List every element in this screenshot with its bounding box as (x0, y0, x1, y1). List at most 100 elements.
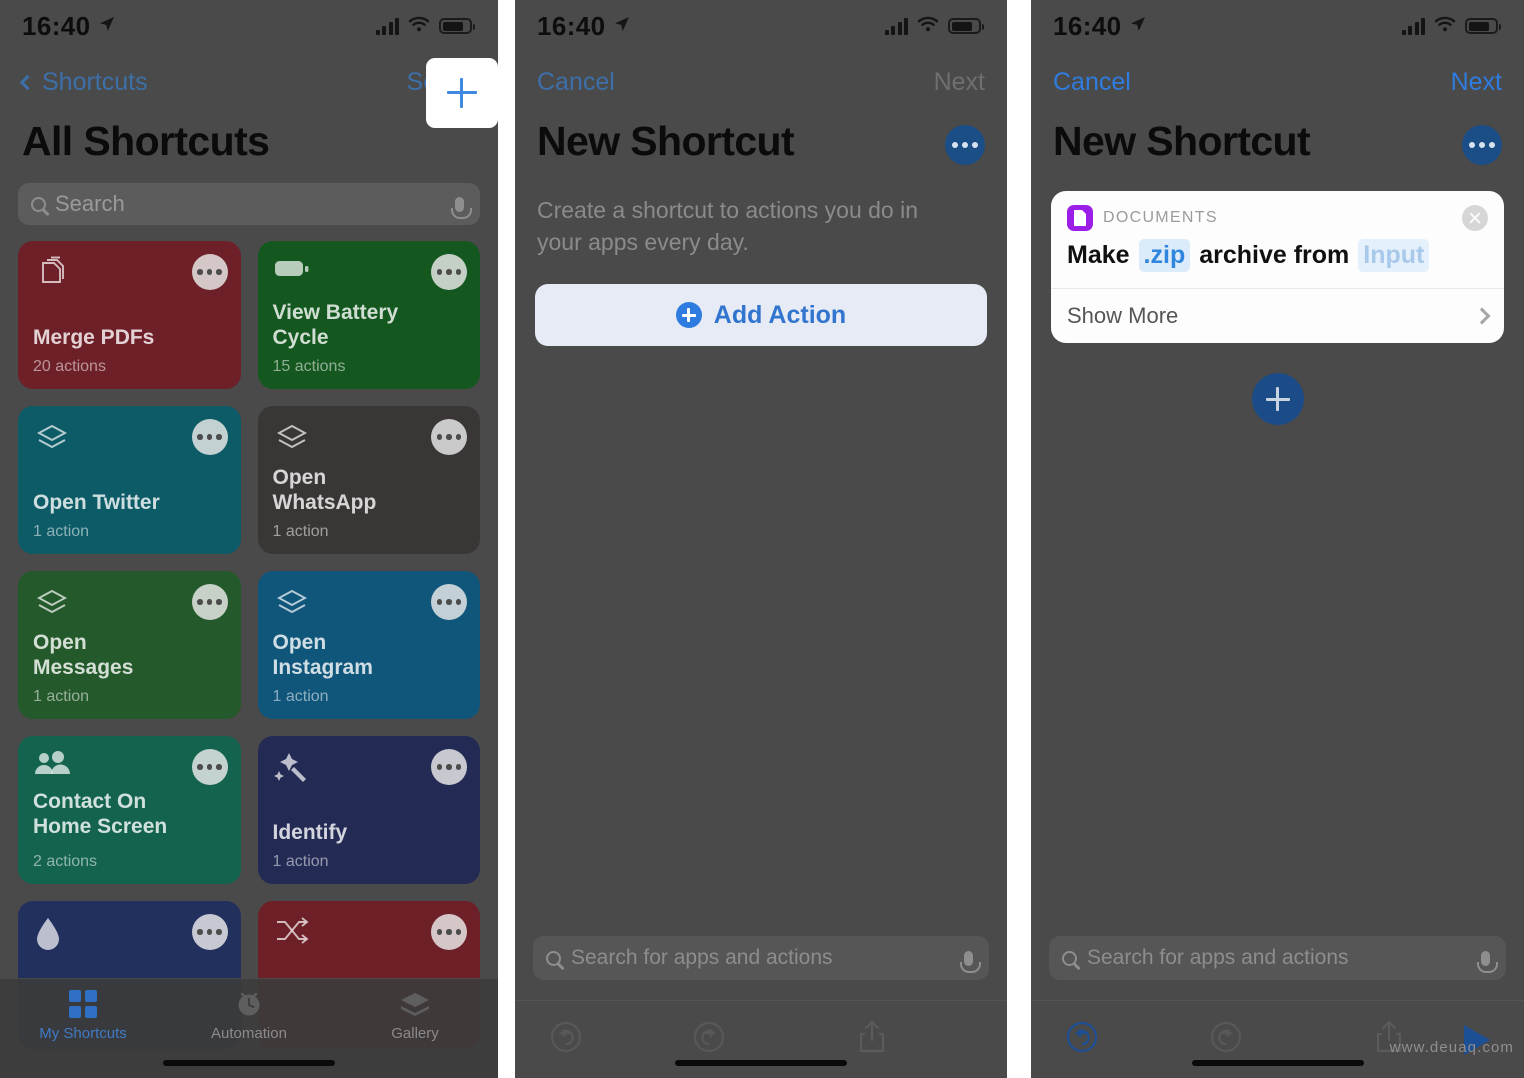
tile-subtitle: 1 action (33, 523, 90, 540)
shortcut-tile[interactable]: Open Messages 1 action (18, 571, 241, 719)
page-title: New Shortcut (537, 118, 795, 164)
play-icon[interactable] (946, 1024, 973, 1055)
cellular-bars-icon (884, 17, 908, 35)
phone-panel-all-shortcuts: 16:40 Shortcuts Select A (0, 0, 498, 1078)
back-button-label: Shortcuts (42, 67, 148, 96)
tile-title: View Battery Cycle (272, 300, 399, 350)
tab-gallery[interactable]: Gallery (332, 989, 498, 1042)
add-action-circle-button[interactable] (1251, 373, 1304, 425)
editor-bottom-bar: Search for apps and actions (1031, 936, 1524, 1078)
input-token[interactable]: Input (1358, 239, 1430, 272)
editor-toolbar (515, 1000, 1007, 1078)
magic-wand-icon (273, 753, 311, 792)
page-description: Create a shortcut to actions you do in y… (537, 197, 918, 255)
shortcut-tile[interactable]: Contact On Home Screen 2 actions (18, 736, 241, 884)
redo-icon[interactable] (1209, 1020, 1243, 1059)
tile-subtitle: 1 action (33, 688, 90, 705)
action-search-input[interactable]: Search for apps and actions (533, 936, 989, 980)
droplet-icon (33, 918, 63, 957)
ellipsis-circle-icon[interactable] (945, 124, 985, 165)
shortcuts-grid: Merge PDFs 20 actions View Battery Cycle… (0, 225, 498, 1049)
shuffle-icon (273, 917, 311, 951)
status-right-icons (375, 16, 475, 37)
layers-icon (273, 424, 311, 462)
microphone-icon[interactable] (960, 950, 981, 973)
tab-my-shortcuts[interactable]: My Shortcuts (0, 989, 166, 1042)
phone-panel-new-shortcut-empty: 16:40 Cancel Next New Shortcut Create a … (515, 0, 1007, 1078)
search-input[interactable]: Search (18, 183, 480, 225)
tile-subtitle: 1 action (272, 853, 329, 870)
show-more-row[interactable]: Show More (1051, 289, 1504, 343)
navigation-bar: Cancel Next (1031, 52, 1524, 112)
tile-subtitle: 2 actions (33, 853, 98, 870)
status-bar: 16:40 (515, 0, 1007, 52)
next-button[interactable]: Next (934, 68, 985, 97)
title-row: New Shortcut (1031, 112, 1524, 177)
plus-icon (447, 78, 477, 108)
battery-icon (1465, 18, 1501, 34)
tile-more-button[interactable] (191, 419, 228, 455)
shortcut-tile[interactable]: Identify 1 action (257, 736, 480, 884)
undo-icon[interactable] (549, 1020, 583, 1059)
tile-more-button[interactable] (191, 749, 228, 785)
tile-title: Open Messages (33, 630, 134, 680)
tile-title: Contact On Home Screen (33, 789, 168, 839)
layers-icon (399, 989, 431, 1019)
watermark: www.deuaq.com (1389, 1039, 1514, 1056)
shortcut-tile[interactable]: Open Twitter 1 action (18, 406, 241, 554)
microphone-icon[interactable] (451, 196, 472, 219)
tab-automation[interactable]: Automation (166, 989, 332, 1042)
ellipsis-circle-icon[interactable] (1462, 124, 1502, 165)
search-icon (546, 950, 561, 966)
tile-subtitle: 1 action (272, 688, 329, 705)
tile-more-button[interactable] (431, 749, 467, 785)
status-time: 16:40 (1053, 10, 1122, 41)
shortcut-tile[interactable]: Merge PDFs 20 actions (18, 241, 241, 389)
shortcut-tile[interactable]: View Battery Cycle 15 actions (257, 241, 480, 389)
home-indicator (675, 1060, 847, 1066)
layers-icon (273, 589, 311, 627)
shortcut-tile[interactable]: Open Instagram 1 action (257, 571, 480, 719)
redo-icon[interactable] (692, 1020, 726, 1059)
action-search-placeholder: Search for apps and actions (571, 946, 833, 969)
action-search-input[interactable]: Search for apps and actions (1049, 936, 1506, 980)
page-title: All Shortcuts (22, 118, 270, 164)
tile-more-button[interactable] (191, 584, 228, 620)
wifi-icon (408, 16, 430, 37)
tile-more-button[interactable] (431, 419, 467, 455)
tile-more-button[interactable] (431, 254, 467, 290)
back-button[interactable]: Shortcuts (19, 67, 148, 97)
navigation-bar: Shortcuts Select (0, 52, 498, 112)
page-title: New Shortcut (1053, 118, 1311, 164)
undo-icon[interactable] (1065, 1020, 1099, 1059)
plus-circle-icon (675, 302, 702, 329)
layers-icon (33, 424, 71, 462)
tile-more-button[interactable] (431, 584, 467, 620)
tile-more-button[interactable] (431, 914, 467, 950)
title-row: New Shortcut (515, 112, 1007, 177)
tab-label: Automation (211, 1025, 287, 1042)
add-action-label: Add Action (713, 300, 847, 329)
tile-more-button[interactable] (191, 254, 228, 290)
location-arrow-icon (1129, 15, 1147, 38)
action-description: Make .zip archive from Input (1051, 233, 1504, 289)
cellular-bars-icon (1401, 17, 1425, 35)
cancel-button[interactable]: Cancel (537, 68, 615, 97)
action-card[interactable]: DOCUMENTS Make .zip archive from Input S… (1051, 191, 1504, 343)
add-shortcut-button[interactable] (426, 58, 498, 128)
chevron-right-icon (1473, 307, 1491, 325)
share-icon[interactable] (857, 1019, 887, 1060)
cancel-button[interactable]: Cancel (1053, 68, 1131, 97)
add-action-button[interactable]: Add Action (535, 284, 987, 347)
tile-more-button[interactable] (191, 914, 228, 950)
format-token[interactable]: .zip (1138, 239, 1191, 272)
search-placeholder: Search (55, 191, 125, 216)
status-right-icons (884, 16, 984, 37)
panel-gap (498, 0, 515, 1078)
next-button[interactable]: Next (1451, 68, 1502, 97)
shortcut-tile[interactable]: Open WhatsApp 1 action (257, 406, 480, 554)
close-circle-icon[interactable] (1462, 205, 1488, 231)
microphone-icon[interactable] (1477, 950, 1498, 973)
status-bar: 16:40 (0, 0, 498, 52)
battery-icon (273, 261, 311, 285)
